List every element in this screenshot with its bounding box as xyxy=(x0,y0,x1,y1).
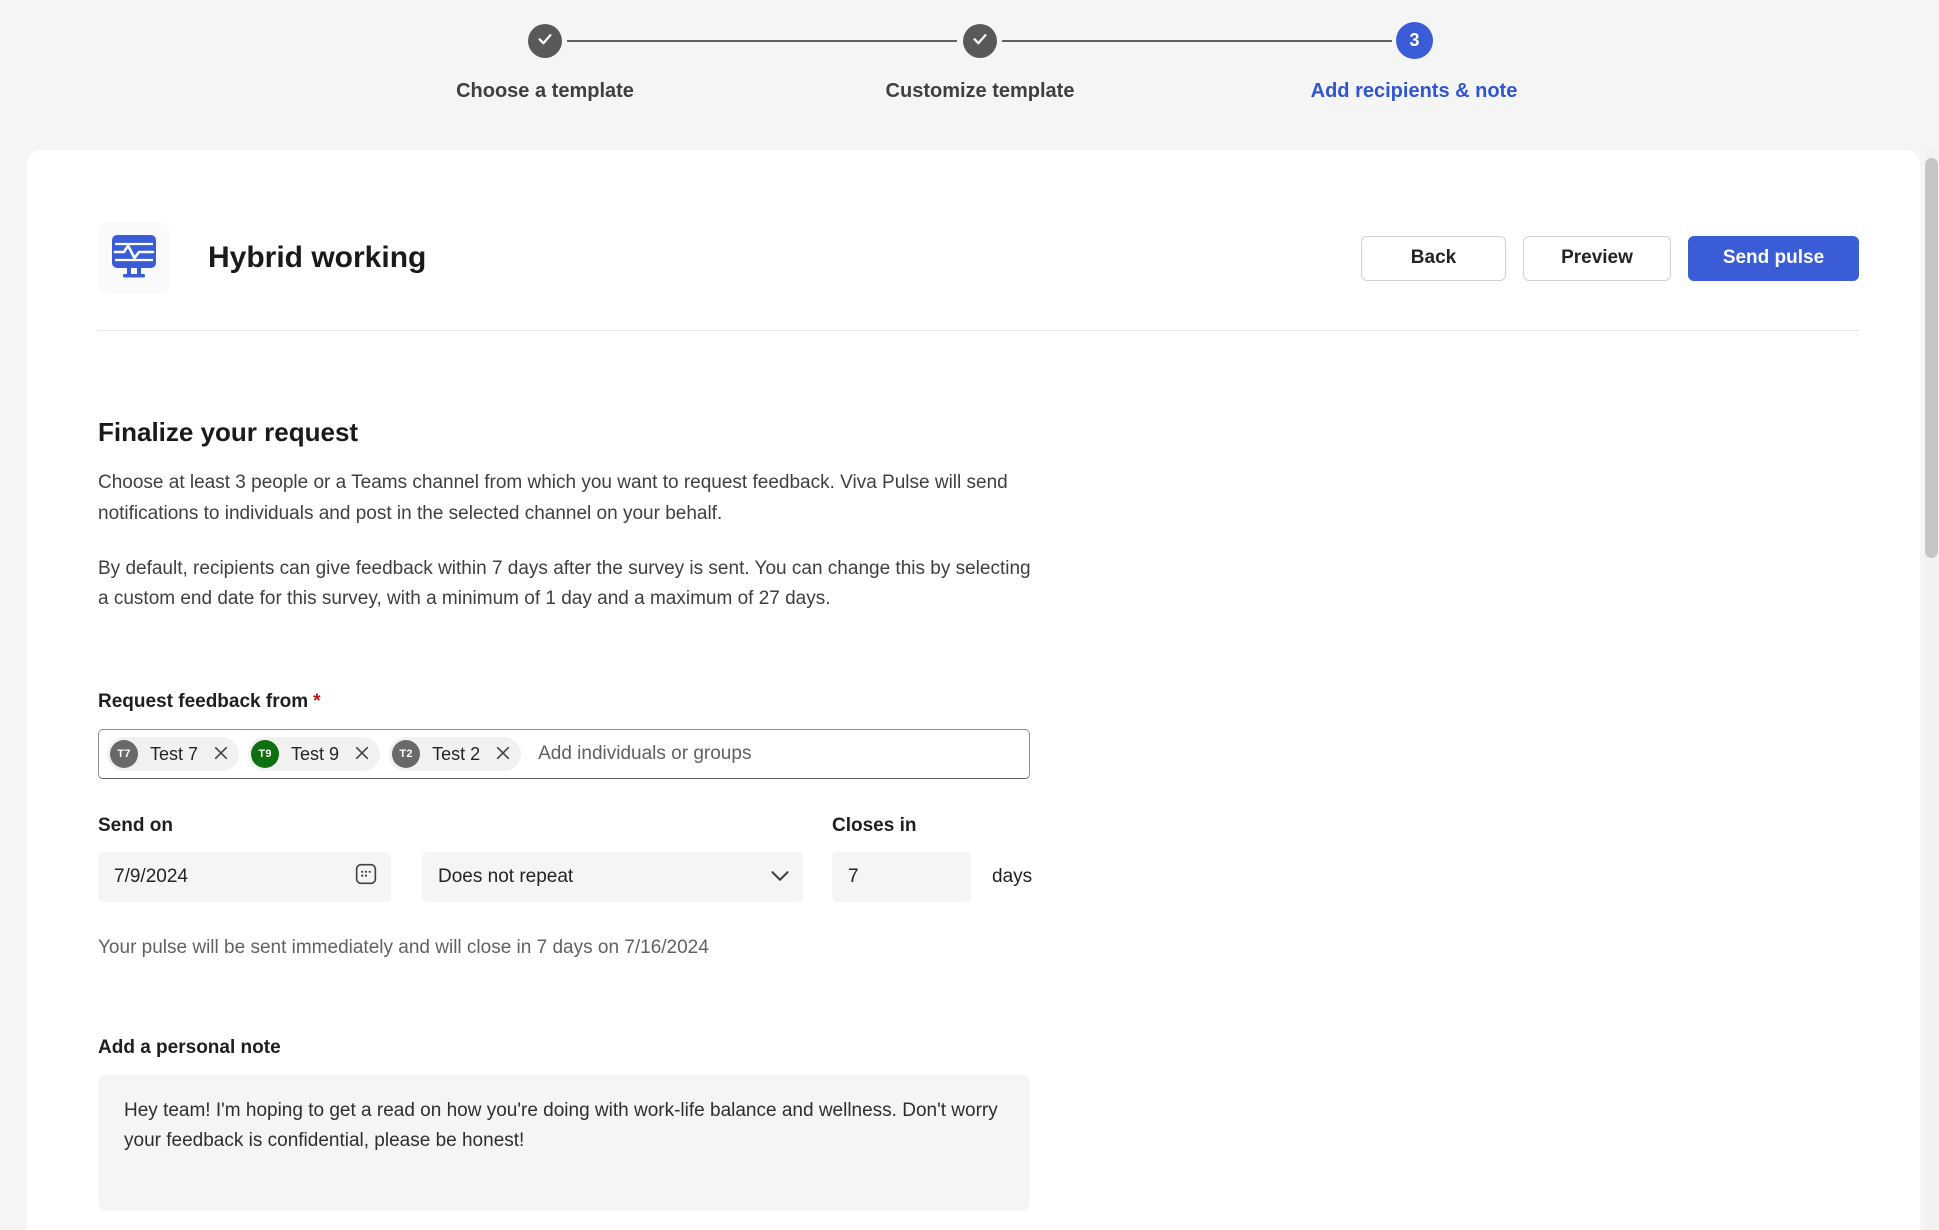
step-3-number: 3 xyxy=(1409,30,1419,51)
remove-recipient-button[interactable] xyxy=(208,741,234,767)
recipients-label: Request feedback from* xyxy=(98,691,1859,713)
recipient-pill: T7 Test 7 xyxy=(107,737,239,771)
avatar: T7 xyxy=(110,740,138,768)
back-button[interactable]: Back xyxy=(1361,236,1506,281)
chevron-down-icon xyxy=(771,866,789,888)
check-icon xyxy=(972,31,988,52)
repeat-value: Does not repeat xyxy=(438,866,573,888)
step-1-label[interactable]: Choose a template xyxy=(456,80,634,103)
survey-header: Hybrid working Back Preview Send pulse xyxy=(98,222,1859,294)
repeat-group: Does not repeat xyxy=(422,815,803,902)
recipient-name: Test 7 xyxy=(150,744,198,765)
recipient-pill: T9 Test 9 xyxy=(248,737,380,771)
remove-recipient-button[interactable] xyxy=(349,741,375,767)
avatar: T9 xyxy=(251,740,279,768)
preview-button[interactable]: Preview xyxy=(1523,236,1671,281)
step-2-circle[interactable] xyxy=(963,24,997,58)
close-icon xyxy=(496,746,510,763)
send-on-group: Send on 7/9/2024 xyxy=(98,815,391,902)
recipient-name: Test 2 xyxy=(432,744,480,765)
picker-placeholder: Add individuals or groups xyxy=(538,743,751,765)
stepper-connector xyxy=(567,40,957,42)
recipient-pill: T2 Test 2 xyxy=(389,737,521,771)
close-icon xyxy=(214,746,228,763)
header-divider xyxy=(98,330,1859,331)
schedule-helper-text: Your pulse will be sent immediately and … xyxy=(98,937,1859,959)
closes-in-label: Closes in xyxy=(832,815,1032,839)
closes-in-row: 7 days xyxy=(832,852,1032,902)
step-1-circle[interactable] xyxy=(528,24,562,58)
step-3-label[interactable]: Add recipients & note xyxy=(1311,80,1518,103)
send-on-label: Send on xyxy=(98,815,391,839)
schedule-row: Send on 7/9/2024 Does not repeat xyxy=(98,815,1859,902)
close-icon xyxy=(355,746,369,763)
send-on-date-field[interactable]: 7/9/2024 xyxy=(98,852,391,902)
header-actions: Back Preview Send pulse xyxy=(1361,236,1859,281)
step-3-circle[interactable]: 3 xyxy=(1396,22,1433,59)
required-asterisk: * xyxy=(313,691,320,712)
finalize-heading: Finalize your request xyxy=(98,417,1859,448)
finalize-description-2: By default, recipients can give feedback… xyxy=(98,554,1036,616)
recipient-name: Test 9 xyxy=(291,744,339,765)
personal-note-label: Add a personal note xyxy=(98,1037,1859,1059)
page-title: Hybrid working xyxy=(208,241,426,275)
closes-in-group: Closes in 7 days xyxy=(832,815,1032,902)
check-icon xyxy=(537,31,553,52)
scrollbar-thumb[interactable] xyxy=(1925,158,1938,558)
pulse-monitor-icon xyxy=(110,233,158,284)
avatar: T2 xyxy=(392,740,420,768)
calendar-icon[interactable] xyxy=(355,863,377,891)
closes-in-unit: days xyxy=(992,866,1032,888)
stepper-connector xyxy=(1002,40,1392,42)
repeat-dropdown[interactable]: Does not repeat xyxy=(422,852,803,902)
repeat-label-spacer xyxy=(422,815,803,839)
send-on-date-value: 7/9/2024 xyxy=(114,866,188,888)
step-2-label[interactable]: Customize template xyxy=(886,80,1075,103)
closes-in-value: 7 xyxy=(848,866,859,888)
closes-in-field[interactable]: 7 xyxy=(832,852,971,902)
send-pulse-button[interactable]: Send pulse xyxy=(1688,236,1859,281)
finalize-description-1: Choose at least 3 people or a Teams chan… xyxy=(98,468,1036,530)
personal-note-textarea[interactable]: Hey team! I'm hoping to get a read on ho… xyxy=(98,1075,1030,1211)
main-card: Hybrid working Back Preview Send pulse F… xyxy=(27,150,1920,1230)
remove-recipient-button[interactable] xyxy=(490,741,516,767)
recipients-picker-input[interactable]: T7 Test 7 T9 Test 9 T2 Test 2 xyxy=(98,729,1030,779)
wizard-stepper: 3 Choose a template Customize template A… xyxy=(0,0,1939,150)
survey-icon-tile xyxy=(98,222,170,294)
